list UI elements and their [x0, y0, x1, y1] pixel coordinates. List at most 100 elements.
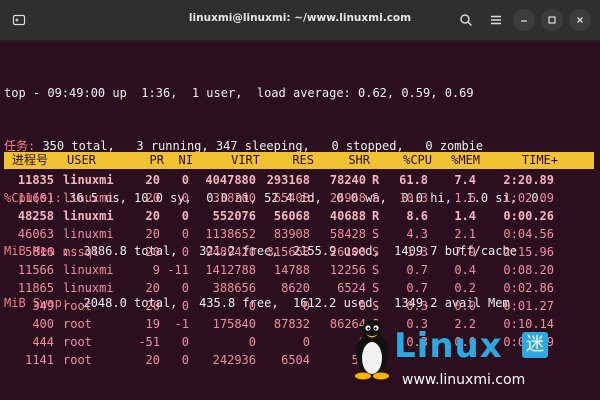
- cell-user: linuxmi: [63, 263, 114, 277]
- cell-time: 0:04.56: [503, 227, 554, 241]
- cell-res: 0: [302, 299, 310, 313]
- cell-pr: 20: [145, 191, 160, 205]
- table-row: 11601 linuxmi 20 0 338200 65408 26968 S 10.3 1.6 1…: [0, 189, 600, 207]
- cell-virt: 338200: [212, 191, 256, 205]
- cell-cpu: 4.3: [406, 227, 428, 241]
- cell-pr: 19: [145, 317, 160, 331]
- cell-virt: 1138652: [205, 227, 256, 241]
- cell-virt: 552076: [212, 209, 256, 223]
- header-shr: SHR: [348, 153, 370, 167]
- cell-pr: 9: [152, 263, 160, 277]
- window-title: linuxmi@linuxmi: ~/www.linuxmi.com: [188, 12, 412, 24]
- cell-res: 56068: [273, 209, 310, 223]
- cell-res: 0: [302, 335, 310, 349]
- cell-pid: 11835: [17, 173, 54, 187]
- watermark-brand-char: 迷: [522, 332, 548, 358]
- cell-shr: 58428: [329, 227, 366, 241]
- table-row: 48258 linuxmi 20 0 552076 56068 40688 R 8.6 1.4 0:…: [0, 207, 600, 225]
- cell-ni: 0: [181, 353, 189, 367]
- cell-res: 315668: [266, 245, 310, 259]
- cell-pr: 20: [145, 173, 160, 187]
- cell-res: 87832: [273, 317, 310, 331]
- cell-cpu: 1.3: [406, 245, 428, 259]
- cell-virt: 388656: [212, 281, 256, 295]
- cell-pid: 444: [32, 335, 54, 349]
- cell-shr: 26968: [329, 191, 366, 205]
- cell-cpu: 0.7: [406, 281, 428, 295]
- cell-pr: 20: [145, 353, 160, 367]
- cell-cpu: 0.3: [406, 299, 428, 313]
- cell-shr: 0: [358, 299, 366, 313]
- watermark-brand: Linux: [394, 326, 503, 366]
- cell-ni: 0: [181, 245, 189, 259]
- cell-time: 0:01.27: [503, 299, 554, 313]
- cell-time: 0:02.86: [503, 281, 554, 295]
- cell-shr: 6524: [337, 281, 366, 295]
- table-row: 11865 linuxmi 20 0 388656 8620 6524 S 0.7 0.2 0:02…: [0, 279, 600, 297]
- cell-res: 293168: [266, 173, 310, 187]
- table-row: 5816 mssql 20 0 9489420 315668 26100 S 1.3 7.9 2:1…: [0, 243, 600, 261]
- cell-shr: 26100: [329, 245, 366, 259]
- cell-pr: 20: [145, 281, 160, 295]
- cell-time: 2:15.96: [503, 245, 554, 259]
- cell-virt: 0: [248, 299, 256, 313]
- cell-cpu: 61.8: [399, 173, 428, 187]
- header-pr: PR: [149, 153, 164, 167]
- cell-ni: 0: [181, 209, 189, 223]
- cell-ni: 0: [181, 299, 189, 313]
- cell-pr: 20: [145, 227, 160, 241]
- cell-virt: 1412788: [205, 263, 256, 277]
- cell-shr: 78240: [329, 173, 366, 187]
- terminal-window: linuxmi@linuxmi: ~/www.linuxmi.com top -…: [0, 0, 600, 400]
- watermark-url: www.linuxmi.com: [402, 372, 526, 388]
- hamburger-menu-icon[interactable]: [485, 9, 507, 31]
- cell-cpu: 10.3: [399, 191, 428, 205]
- cell-pid: 46063: [17, 227, 54, 241]
- cell-pid: 400: [32, 317, 54, 331]
- cell-user: linuxmi: [63, 281, 114, 295]
- cell-mem: 0.2: [454, 281, 476, 295]
- cell-ni: -11: [167, 263, 189, 277]
- header-time: TIME+: [521, 153, 558, 167]
- cell-cpu: 8.6: [406, 209, 428, 223]
- cell-user: linuxmi: [63, 227, 114, 241]
- cell-time: 2:20.89: [503, 173, 554, 187]
- cell-user: root: [63, 317, 92, 331]
- maximize-icon[interactable]: [541, 9, 563, 31]
- cell-ni: 0: [181, 335, 189, 349]
- minimize-icon[interactable]: [513, 9, 535, 31]
- cell-ni: 0: [181, 191, 189, 205]
- cell-pr: 20: [145, 245, 160, 259]
- uptime-line: top - 09:49:00 up 1:36, 1 user, load ave…: [4, 86, 474, 100]
- cell-time: 1:02.09: [503, 191, 554, 205]
- search-icon[interactable]: [455, 9, 477, 31]
- cell-mem: 0.0: [454, 299, 476, 313]
- cell-ni: 0: [181, 227, 189, 241]
- title-bar: linuxmi@linuxmi: ~/www.linuxmi.com: [0, 0, 600, 41]
- cell-virt: 9489420: [205, 245, 256, 259]
- tux-penguin-icon: [355, 320, 389, 380]
- cell-pid: 48258: [17, 209, 54, 223]
- cell-pid: 11601: [17, 191, 54, 205]
- close-icon[interactable]: [569, 9, 591, 31]
- cell-pr: -51: [138, 335, 160, 349]
- cell-ni: -1: [174, 317, 189, 331]
- process-table-header: 进程号 USER PR NI VIRT RES SHR %CPU %MEM TI…: [4, 152, 594, 169]
- table-row: 46063 linuxmi 20 0 1138652 83908 58428 S 4.3 2.1 0…: [0, 225, 600, 243]
- cell-user: mssql: [63, 245, 100, 259]
- cell-shr: 40688: [329, 209, 366, 223]
- cell-ni: 0: [181, 173, 189, 187]
- table-row: 349 root 20 0 0 0 0 S 0.3 0.0 0:01.27: [0, 297, 600, 315]
- cell-res: 14788: [273, 263, 310, 277]
- cell-time: 0:00.26: [503, 209, 554, 223]
- cell-mem: 1.6: [454, 191, 476, 205]
- cell-res: 65408: [273, 191, 310, 205]
- cell-pr: 20: [145, 299, 160, 313]
- table-row: 11566 linuxmi 9 -11 1412788 14788 12256 S 0.7 0.4…: [0, 261, 600, 279]
- cell-mem: 1.4: [454, 209, 476, 223]
- cell-user: linuxmi: [63, 173, 114, 187]
- cell-res: 8620: [281, 281, 310, 295]
- header-ni: NI: [178, 153, 193, 167]
- cell-pid: 349: [32, 299, 54, 313]
- cell-pr: 20: [145, 209, 160, 223]
